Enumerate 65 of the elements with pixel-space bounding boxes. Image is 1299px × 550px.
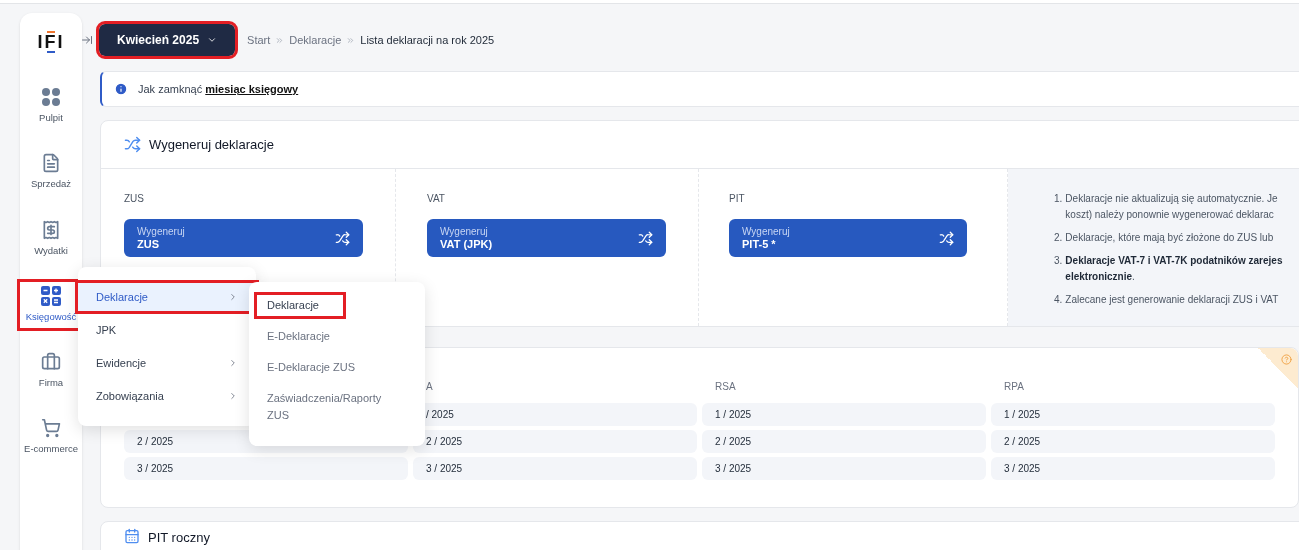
briefcase-icon <box>41 352 61 372</box>
period-cell[interactable]: 3 / 2025 <box>413 457 697 480</box>
note-number: 2. <box>1054 231 1063 245</box>
shuffle-icon <box>939 230 954 246</box>
note-text: koszt) należy ponownie wygenerować deklarac <box>1065 208 1275 222</box>
shuffle-icon <box>638 230 653 246</box>
period-cell[interactable]: 3 / 2025 <box>124 457 408 480</box>
note-number: 4. <box>1054 293 1063 307</box>
submenu-item[interactable]: E-Deklaracje <box>257 326 407 347</box>
column-heading: A <box>426 381 433 392</box>
chevron-icon <box>346 35 356 45</box>
submenu-item[interactable]: Deklaracje <box>257 295 343 316</box>
calendar-icon <box>124 528 140 544</box>
dots-grid-icon <box>41 87 61 107</box>
period-cell[interactable]: 3 / 2025 <box>702 457 986 480</box>
chevron-icon <box>228 358 238 368</box>
chevron-icon <box>275 35 285 45</box>
column-label: PIT <box>729 192 746 206</box>
shuffle-icon <box>124 136 141 153</box>
month-button[interactable]: Kwiecień 2025 <box>99 24 236 56</box>
help-link[interactable]: miesiąc księgowy <box>205 82 299 95</box>
chevron-icon <box>228 391 238 401</box>
period-cell[interactable]: 2 / 2025 <box>413 430 697 453</box>
generate-button[interactable]: Wygeneruj PIT-5 * <box>729 219 967 257</box>
generate-button[interactable]: Wygeneruj VAT (JPK) <box>427 219 666 257</box>
cart-icon <box>41 418 61 439</box>
logo[interactable]: IFI <box>37 33 65 51</box>
card-title: PIT roczny <box>148 529 210 547</box>
sidebar-item[interactable]: Wydatki <box>20 215 82 262</box>
breadcrumb-link[interactable]: Start <box>247 31 271 49</box>
info-icon <box>114 82 128 96</box>
column-label: ZUS <box>124 192 145 206</box>
sidebar-item[interactable]: Firma <box>20 348 82 395</box>
submenu-item[interactable]: Zaświadczenia/Raporty ZUS <box>257 388 407 426</box>
column-heading: RSA <box>715 381 736 392</box>
column-heading: RPA <box>1004 381 1024 392</box>
sidebar-item[interactable]: Sprzedaż <box>20 149 82 196</box>
collapse-icon[interactable] <box>81 34 93 46</box>
note-text: Deklaracje, które mają być złożone do ZUS lub <box>1065 231 1274 245</box>
period-cell[interactable]: 3 / 2025 <box>991 457 1275 480</box>
period-cell[interactable]: 1 / 2025 <box>991 403 1275 426</box>
period-cell[interactable]: 1 / 2025 <box>702 403 986 426</box>
period-cell[interactable]: 2 / 2025 <box>991 430 1275 453</box>
column-label: VAT <box>427 192 446 206</box>
invoice-icon <box>41 153 61 174</box>
note-text: Deklaracje VAT-7 i VAT-7K podatników zarejes <box>1065 254 1283 268</box>
period-cell[interactable]: 2 / 2025 <box>702 430 986 453</box>
card-title: Wygeneruj deklaracje <box>149 135 274 154</box>
sidebar-item[interactable]: E-commerce <box>20 414 82 461</box>
menu-item[interactable]: Deklaracje <box>78 283 256 311</box>
chevron-icon <box>228 292 238 302</box>
note-number: 1. <box>1054 192 1063 206</box>
note-text: Zalecane jest generowanie deklaracji ZUS i VAT <box>1065 293 1279 307</box>
breadcrumb-link[interactable]: Deklaracje <box>289 31 342 49</box>
submenu-item[interactable]: E-Deklaracje ZUS <box>257 357 407 378</box>
calculator-icon <box>41 285 61 306</box>
generate-button[interactable]: Wygeneruj ZUS <box>124 219 363 257</box>
note-text: Deklaracje nie aktualizują się automatycznie. Je <box>1065 192 1278 206</box>
info-text: Jak zamknąć miesiąc księgowy <box>138 81 299 97</box>
shuffle-icon <box>335 230 350 246</box>
receipt-icon <box>41 219 61 240</box>
caret-icon <box>207 35 218 45</box>
sidebar-item[interactable]: Pulpit <box>20 83 82 130</box>
note-number: 3. <box>1054 254 1063 268</box>
note-text: elektronicznie. <box>1065 270 1136 284</box>
